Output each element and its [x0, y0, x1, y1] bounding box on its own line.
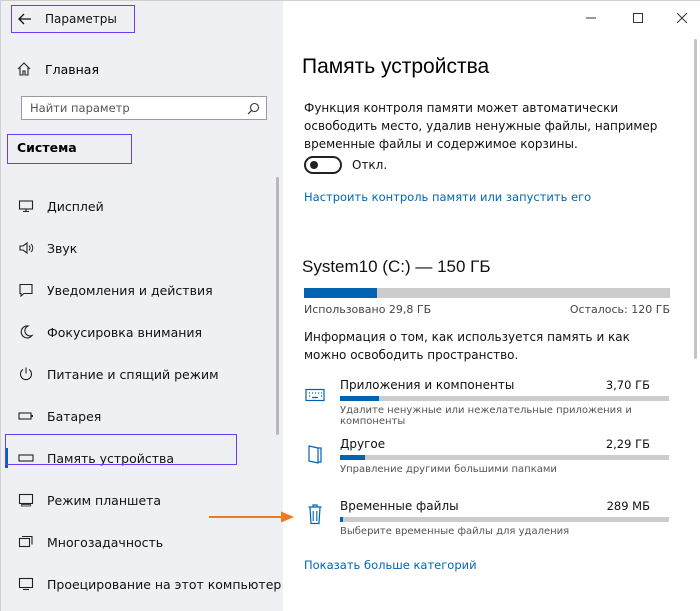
- drive-used-label: Использовано 29,8 ГБ: [304, 303, 432, 316]
- drive-free-label: Осталось: 120 ГБ: [569, 303, 670, 316]
- category-bar: [340, 396, 669, 401]
- nav-home-label: Главная: [45, 61, 99, 77]
- nav-list: Дисплей Звук Уведомления и действия Фоку…: [1, 185, 283, 605]
- multitask-icon: [17, 533, 35, 551]
- drive-usage-row: Использовано 29,8 ГБ Осталось: 120 ГБ: [304, 303, 670, 316]
- sidebar-item-label: Режим планшета: [47, 492, 162, 508]
- toggle-state-label: Откл.: [352, 158, 388, 172]
- sidebar-item-label: Звук: [47, 240, 78, 256]
- sidebar-item-battery[interactable]: Батарея: [1, 395, 283, 437]
- category-temp-files[interactable]: Временные файлы 289 МБ Выберите временны…: [304, 499, 670, 555]
- category-size: 3,70 ГБ: [605, 378, 650, 392]
- sidebar-item-projecting[interactable]: Проецирование на этот компьютер: [1, 563, 283, 605]
- category-bar-fill: [340, 396, 380, 401]
- sidebar-item-sound[interactable]: Звук: [1, 227, 283, 269]
- sidebar-item-power[interactable]: Питание и спящий режим: [1, 353, 283, 395]
- category-name: Другое: [340, 437, 386, 451]
- minimize-icon: [586, 17, 596, 19]
- sidebar-item-label: Питание и спящий режим: [47, 366, 219, 382]
- arrow-right-icon: [209, 511, 294, 523]
- category-bar-fill: [340, 455, 365, 460]
- configure-storage-sense-link[interactable]: Настроить контроль памяти или запустить …: [304, 190, 591, 204]
- highlight-box-title: [11, 5, 135, 33]
- maximize-button[interactable]: [620, 7, 656, 29]
- speaker-icon: [17, 239, 35, 257]
- sidebar-item-display[interactable]: Дисплей: [1, 185, 283, 227]
- storage-sense-description: Функция контроля памяти может автоматиче…: [304, 101, 658, 151]
- sidebar-item-label: Фокусировка внимания: [47, 324, 203, 340]
- maximize-icon: [633, 13, 643, 23]
- storage-sense-toggle-row: Откл.: [304, 156, 387, 174]
- category-apps[interactable]: Приложения и компоненты 3,70 ГБ Удалите …: [304, 378, 670, 434]
- search-icon: [247, 102, 260, 114]
- usage-info-text: Информация о том, как используется памят…: [304, 330, 630, 362]
- highlight-box-storage: [5, 434, 237, 465]
- nav-scrollbar[interactable]: [276, 177, 279, 435]
- category-hint: Выберите временные файлы для удаления: [340, 526, 570, 537]
- settings-window: Параметры Главная Найти параметр Система…: [0, 0, 700, 611]
- category-size: 289 МБ: [606, 499, 650, 513]
- category-name: Временные файлы: [340, 499, 459, 513]
- home-icon: [15, 60, 33, 78]
- sidebar-item-notifications[interactable]: Уведомления и действия: [1, 269, 283, 311]
- search-input[interactable]: Найти параметр: [21, 96, 267, 120]
- category-bar: [340, 455, 669, 460]
- sidebar-item-focus[interactable]: Фокусировка внимания: [1, 311, 283, 353]
- show-more-categories-link[interactable]: Показать больше категорий: [304, 558, 477, 572]
- battery-icon: [17, 407, 35, 425]
- sidebar-item-label: Дисплей: [47, 198, 104, 214]
- nav-home[interactable]: Главная: [15, 57, 99, 81]
- sidebar-item-label: Уведомления и действия: [47, 282, 213, 298]
- category-bar: [340, 517, 669, 522]
- close-button[interactable]: [664, 7, 700, 29]
- storage-sense-toggle[interactable]: [304, 156, 342, 174]
- content-pane: Память устройства Функция контроля памят…: [283, 1, 700, 611]
- drive-title: System10 (C:) — 150 ГБ: [302, 257, 491, 276]
- category-name: Приложения и компоненты: [340, 378, 515, 392]
- sidebar-item-label: Батарея: [47, 408, 102, 424]
- keyboard-icon: [304, 384, 326, 406]
- page-title: Память устройства: [302, 55, 490, 78]
- category-hint: Удалите ненужные или нежелательные прило…: [340, 405, 632, 427]
- minimize-button[interactable]: [573, 7, 609, 29]
- category-other[interactable]: Другое 2,29 ГБ Управление другими больши…: [304, 437, 670, 493]
- category-size: 2,29 ГБ: [605, 437, 650, 451]
- drive-usage-bar: [304, 288, 670, 298]
- category-hint: Управление другими большими папками: [340, 464, 557, 475]
- close-icon: [677, 13, 687, 23]
- sidebar-item-label: Проецирование на этот компьютер: [47, 576, 282, 592]
- folder-icon: [304, 443, 326, 465]
- trash-icon: [304, 503, 326, 525]
- sidebar-item-multitasking[interactable]: Многозадачность: [1, 521, 283, 563]
- highlight-box-section: [7, 134, 132, 164]
- monitor-icon: [17, 197, 35, 215]
- moon-icon: [17, 323, 35, 341]
- power-icon: [17, 365, 35, 383]
- category-bar-fill: [340, 517, 344, 522]
- tablet-icon: [17, 491, 35, 509]
- drive-usage-fill: [304, 288, 377, 298]
- project-icon: [17, 575, 35, 593]
- sidebar-item-label: Многозадачность: [47, 534, 164, 550]
- notification-icon: [17, 281, 35, 299]
- content-scrollbar[interactable]: [694, 39, 697, 359]
- toggle-knob: [310, 161, 318, 169]
- search-placeholder: Найти параметр: [30, 101, 130, 115]
